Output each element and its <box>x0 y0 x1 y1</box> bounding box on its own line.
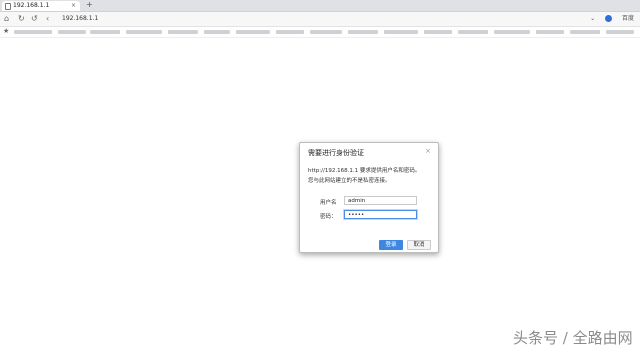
toolbar-right: ⌄ 百度 <box>582 12 634 26</box>
dialog-message-line: http://192.168.1.1 要求提供用户名和密码。 <box>308 168 421 174</box>
username-label: 用户名 <box>320 200 337 206</box>
chevron-down-icon[interactable]: ⌄ <box>590 15 595 22</box>
address-bar[interactable]: 192.168.1.1 <box>62 12 98 26</box>
dialog-title: 需要进行身份验证 <box>308 149 364 157</box>
login-button[interactable]: 登录 <box>379 240 403 250</box>
bookmarks-bar: ★ <box>0 27 640 38</box>
tab-active[interactable]: 192.168.1.1 × <box>2 1 80 11</box>
bookmark-item[interactable] <box>424 30 452 34</box>
bookmark-item[interactable] <box>14 30 52 34</box>
bookmark-item[interactable] <box>276 30 304 34</box>
bookmark-item[interactable] <box>570 30 600 34</box>
home-icon[interactable]: ⌂ <box>4 13 9 25</box>
bookmark-item[interactable] <box>310 30 342 34</box>
undo-icon[interactable]: ↺ <box>31 13 38 25</box>
bookmark-item[interactable] <box>458 30 488 34</box>
bookmark-item[interactable] <box>348 30 378 34</box>
watermark: 头条号 / 全路由网 <box>513 329 633 347</box>
star-icon[interactable]: ★ <box>3 26 9 37</box>
password-field[interactable]: ••••• <box>344 210 417 219</box>
bookmark-item[interactable] <box>58 30 86 34</box>
page-icon <box>5 3 11 10</box>
bookmark-item[interactable] <box>204 30 230 34</box>
reload-icon[interactable]: ↻ <box>18 13 25 25</box>
bookmark-item[interactable] <box>168 30 198 34</box>
tab-strip: 192.168.1.1 × + <box>0 0 640 12</box>
new-tab-icon[interactable]: + <box>86 0 93 10</box>
tab-title: 192.168.1.1 <box>13 2 50 9</box>
bookmark-item[interactable] <box>236 30 270 34</box>
browser-toolbar: ⌂ ↻ ↺ ‹ 192.168.1.1 ⌄ 百度 <box>0 12 640 27</box>
auth-dialog: 需要进行身份验证 × http://192.168.1.1 要求提供用户名和密码… <box>299 142 439 253</box>
search-engine-label[interactable]: 百度 <box>622 15 634 22</box>
bookmark-item[interactable] <box>536 30 564 34</box>
back-icon[interactable]: ‹ <box>46 13 49 25</box>
close-tab-icon[interactable]: × <box>71 1 76 11</box>
bookmark-item[interactable] <box>90 30 120 34</box>
bookmark-item[interactable] <box>126 30 162 34</box>
bookmark-item[interactable] <box>606 30 634 34</box>
dialog-message-line: 您与此网站建立的不是私密连接。 <box>308 178 391 184</box>
dialog-message: http://192.168.1.1 要求提供用户名和密码。 您与此网站建立的不… <box>308 166 434 186</box>
cancel-button[interactable]: 取消 <box>407 240 431 250</box>
username-field[interactable]: admin <box>344 196 417 205</box>
password-label: 密码： <box>320 214 337 220</box>
bookmark-item[interactable] <box>384 30 418 34</box>
search-engine-icon[interactable] <box>605 15 613 22</box>
bookmark-item[interactable] <box>494 30 530 34</box>
close-icon[interactable]: × <box>425 147 431 155</box>
